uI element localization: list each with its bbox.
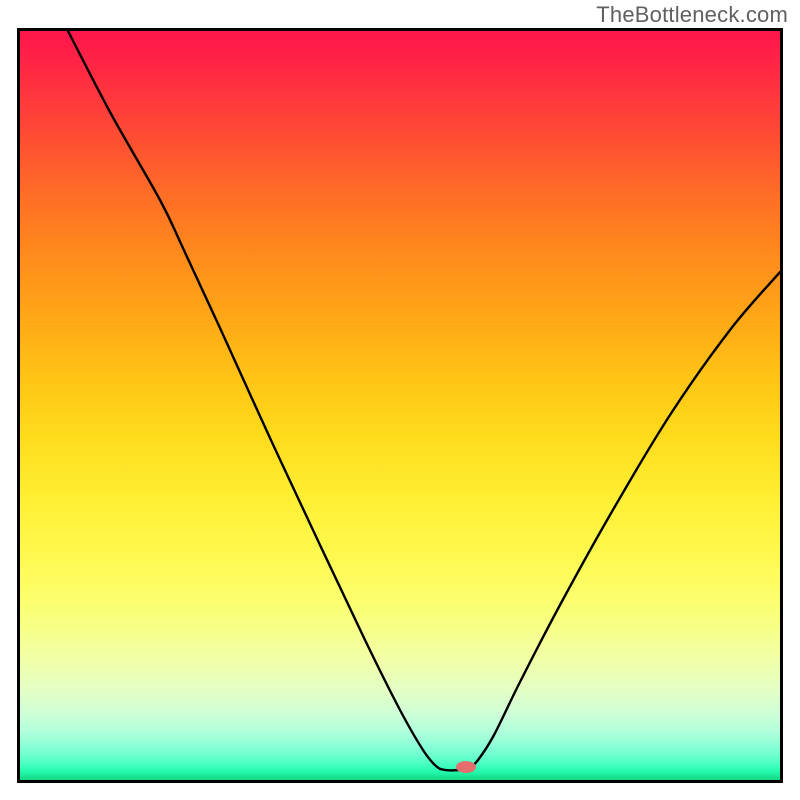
bottleneck-curve: [68, 31, 780, 770]
watermark-text: TheBottleneck.com: [596, 2, 788, 28]
optimal-point-marker: [456, 761, 476, 773]
chart-frame: [17, 28, 783, 783]
chart-svg: [20, 31, 780, 780]
